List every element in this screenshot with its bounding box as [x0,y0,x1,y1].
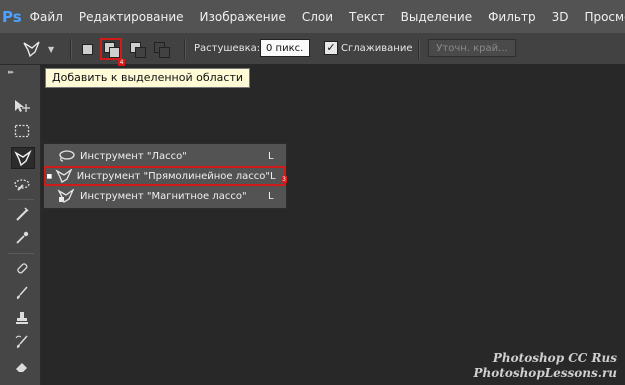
crop-tool-button[interactable] [11,204,33,224]
lasso-tool-icon [14,150,32,166]
watermark-line-2: PhotoshopLessons.ru [473,366,617,380]
shortcut-key: L [268,190,274,202]
step-badge: 4 [118,59,125,66]
magnetic-lasso-icon [57,189,75,203]
watermark: Photoshop CC Rus PhotoshopLessons.ru [474,351,617,381]
divider [8,253,34,254]
menu-view[interactable]: Просмотр [584,10,625,24]
menu-edit[interactable]: Редактирование [79,10,184,24]
menu-select[interactable]: Выделение [401,10,472,24]
brush-tool-button[interactable] [11,283,33,303]
flyout-item-label: Инструмент "Лассо" [80,150,187,162]
flyout-item-label: Инструмент "Магнитное лассо" [80,190,247,202]
menu-bar: Ps Файл Редактирование Изображение Слои … [0,0,625,33]
flyout-item-polygonal-lasso[interactable]: ■ Инструмент "Прямолинейное лассо" L [44,166,286,186]
divider [8,199,34,200]
eyedropper-tool-icon [16,231,29,244]
menu-layer[interactable]: Слои [302,10,333,24]
tools-panel: ▸▸ [0,65,41,385]
feather-input[interactable] [260,39,310,57]
healing-brush-tool-button[interactable] [11,258,33,278]
polygonal-lasso-icon [23,41,40,58]
menu-filter[interactable]: Фильтр [488,10,535,24]
photoshop-logo: Ps [2,7,22,26]
flyout-item-label: Инструмент "Прямолинейное лассо" [76,170,270,182]
antialias-label: Сглаживание [341,43,413,54]
new-selection-icon [82,44,93,55]
history-brush-tool-button[interactable] [11,332,33,352]
clone-stamp-tool-icon [16,312,28,324]
lasso-tool-button[interactable] [11,147,35,169]
lasso-tools-flyout: Инструмент "Лассо" L ■ Инструмент "Прямо… [43,143,287,209]
collapse-panel-icon[interactable]: ▸▸ [8,68,14,76]
tool-preset-picker[interactable]: ▼ [22,38,64,60]
divider [184,39,186,59]
chevron-down-icon: ▼ [48,44,55,54]
antialias-checkbox[interactable]: ✓ [324,41,338,55]
new-selection-button[interactable] [76,38,98,60]
divider [418,39,420,59]
watermark-line-1: Photoshop CC Rus [492,351,617,365]
lasso-icon [59,150,75,162]
move-tool-icon [15,100,30,112]
refine-edge-button[interactable]: Уточн. край... [428,39,516,57]
clone-stamp-tool-button[interactable] [11,308,33,328]
polygonal-lasso-icon [55,169,72,183]
eyedropper-tool-button[interactable] [11,228,33,248]
intersect-selection-button[interactable] [150,38,172,60]
feather-label: Растушевка: [194,43,261,54]
eraser-tool-button[interactable] [11,356,33,376]
crop-tool-icon [16,207,29,221]
shortcut-key: L [268,150,274,162]
quick-selection-tool-icon [14,179,30,191]
selected-indicator-icon: ■ [46,172,53,180]
marquee-tool-icon [14,124,30,138]
options-bar: ▼ 4 Растушевка: ✓ Сглаживание Уточн. кра… [0,33,625,66]
menu-type[interactable]: Текст [349,10,385,24]
brush-tool-icon [16,286,28,299]
quick-selection-tool-button[interactable] [11,174,33,194]
history-brush-tool-icon [15,335,28,348]
move-tool-button[interactable] [11,96,33,116]
flyout-item-magnetic-lasso[interactable]: Инструмент "Магнитное лассо" L [44,186,286,206]
step-badge: 3 [281,176,287,183]
divider [70,39,72,59]
add-to-selection-button[interactable] [100,38,122,60]
tooltip: Добавить к выделенной области [45,68,250,88]
menu-3d[interactable]: 3D [552,10,569,24]
flyout-item-lasso[interactable]: Инструмент "Лассо" L [44,146,286,166]
eraser-tool-icon [16,363,27,372]
healing-brush-tool-icon [17,263,28,274]
marquee-tool-button[interactable] [11,121,33,141]
menu-image[interactable]: Изображение [200,10,286,24]
subtract-from-selection-button[interactable] [126,38,148,60]
menu-file[interactable]: Файл [30,10,63,24]
